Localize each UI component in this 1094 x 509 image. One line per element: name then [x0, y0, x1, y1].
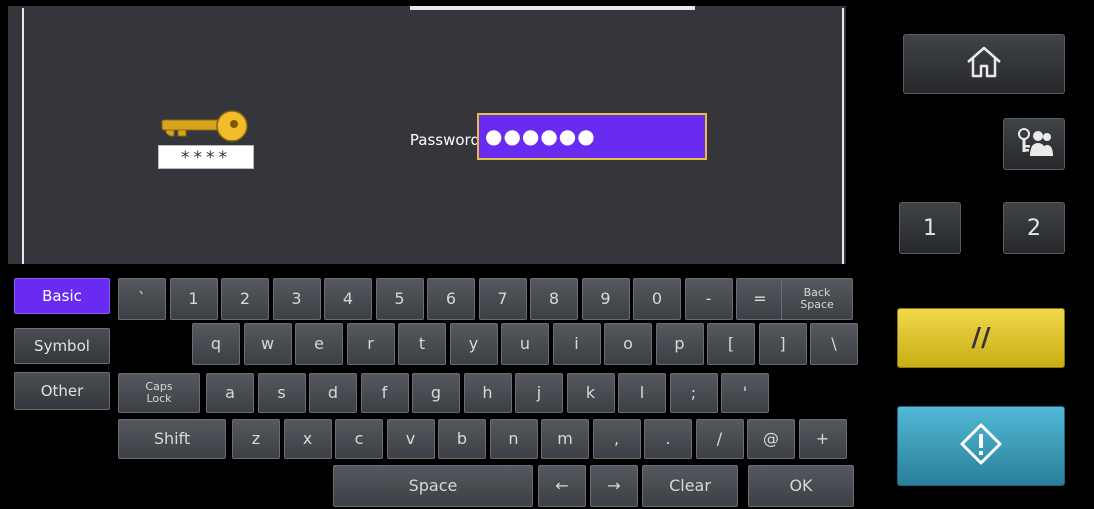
- key-row1-8[interactable]: 8: [530, 278, 578, 320]
- key-row1-11[interactable]: -: [684, 278, 733, 320]
- users-key-icon: [1014, 125, 1054, 163]
- key-row2-10[interactable]: [: [707, 323, 755, 365]
- num-2-button[interactable]: 2: [1003, 202, 1065, 254]
- key-row4-1[interactable]: x: [283, 419, 332, 459]
- left-divider: [22, 8, 24, 264]
- key-row4-6[interactable]: m: [541, 419, 589, 459]
- key-row1-5[interactable]: 5: [375, 278, 424, 320]
- key-row2-1[interactable]: w: [243, 323, 292, 365]
- right-arrow-key[interactable]: →: [590, 465, 638, 507]
- key-row4-9[interactable]: /: [695, 419, 744, 459]
- key-row2-6[interactable]: u: [501, 323, 549, 365]
- key-row3-2[interactable]: d: [309, 373, 357, 413]
- key-row2-7[interactable]: i: [552, 323, 601, 365]
- key-row4-10[interactable]: @: [747, 419, 795, 459]
- mode-symbol-button[interactable]: Symbol: [14, 328, 110, 364]
- key-row2-4[interactable]: t: [398, 323, 446, 365]
- password-field[interactable]: ●●●●●●: [477, 113, 707, 160]
- space-key[interactable]: Space: [333, 465, 533, 507]
- start-button[interactable]: [897, 406, 1065, 486]
- key-row2-8[interactable]: o: [604, 323, 652, 365]
- key-row2-2[interactable]: e: [295, 323, 343, 365]
- key-row3-5[interactable]: h: [463, 373, 512, 413]
- key-row1-1[interactable]: 1: [169, 278, 218, 320]
- key-row2-11[interactable]: ]: [758, 323, 807, 365]
- key-row3-6[interactable]: j: [515, 373, 563, 413]
- left-arrow-key[interactable]: ←: [538, 465, 586, 507]
- key-row1-4[interactable]: 4: [324, 278, 372, 320]
- key-row4-11[interactable]: +: [798, 419, 847, 459]
- key-row4-4[interactable]: b: [438, 419, 486, 459]
- reset-button[interactable]: //: [897, 308, 1065, 368]
- mode-basic-button[interactable]: Basic: [14, 278, 110, 314]
- caps-lock-key[interactable]: Caps Lock: [118, 373, 200, 413]
- start-diamond-icon: [958, 421, 1004, 471]
- ok-key[interactable]: OK: [748, 465, 854, 507]
- key-row3-9[interactable]: ;: [669, 373, 718, 413]
- right-divider: [842, 8, 844, 264]
- key-row1-7[interactable]: 7: [478, 278, 527, 320]
- key-icon: [160, 110, 250, 146]
- key-row2-5[interactable]: y: [449, 323, 498, 365]
- home-button[interactable]: [903, 34, 1065, 94]
- key-row3-0[interactable]: a: [206, 373, 254, 413]
- key-row1-12[interactable]: =: [736, 278, 784, 320]
- top-divider: [410, 6, 695, 10]
- key-row1-0[interactable]: `: [118, 278, 166, 320]
- key-row4-7[interactable]: ,: [592, 419, 641, 459]
- password-label: Password: [409, 131, 480, 149]
- key-row1-6[interactable]: 6: [427, 278, 475, 320]
- key-row3-3[interactable]: f: [360, 373, 409, 413]
- key-row4-5[interactable]: n: [489, 419, 538, 459]
- key-row1-10[interactable]: 0: [633, 278, 681, 320]
- key-row3-8[interactable]: l: [618, 373, 666, 413]
- key-row4-3[interactable]: v: [386, 419, 435, 459]
- key-row4-2[interactable]: c: [335, 419, 383, 459]
- key-row1-2[interactable]: 2: [221, 278, 269, 320]
- masked-stars-label: ****: [158, 145, 254, 169]
- key-row2-0[interactable]: q: [192, 323, 240, 365]
- num-1-button[interactable]: 1: [899, 202, 961, 254]
- key-row3-4[interactable]: g: [412, 373, 460, 413]
- shift-key[interactable]: Shift: [118, 419, 226, 459]
- backspace-key[interactable]: Back Space: [781, 278, 853, 320]
- key-row3-7[interactable]: k: [566, 373, 615, 413]
- key-row3-1[interactable]: s: [257, 373, 306, 413]
- key-row2-3[interactable]: r: [346, 323, 395, 365]
- key-row2-9[interactable]: p: [655, 323, 704, 365]
- key-row1-9[interactable]: 9: [581, 278, 630, 320]
- clear-key[interactable]: Clear: [642, 465, 738, 507]
- key-row1-3[interactable]: 3: [272, 278, 321, 320]
- mode-other-button[interactable]: Other: [14, 372, 110, 410]
- user-auth-button[interactable]: [1003, 118, 1065, 170]
- key-row2-12[interactable]: \: [810, 323, 858, 365]
- key-row4-8[interactable]: .: [644, 419, 692, 459]
- key-row3-10[interactable]: ': [721, 373, 769, 413]
- home-icon: [964, 44, 1004, 84]
- key-row4-0[interactable]: z: [232, 419, 280, 459]
